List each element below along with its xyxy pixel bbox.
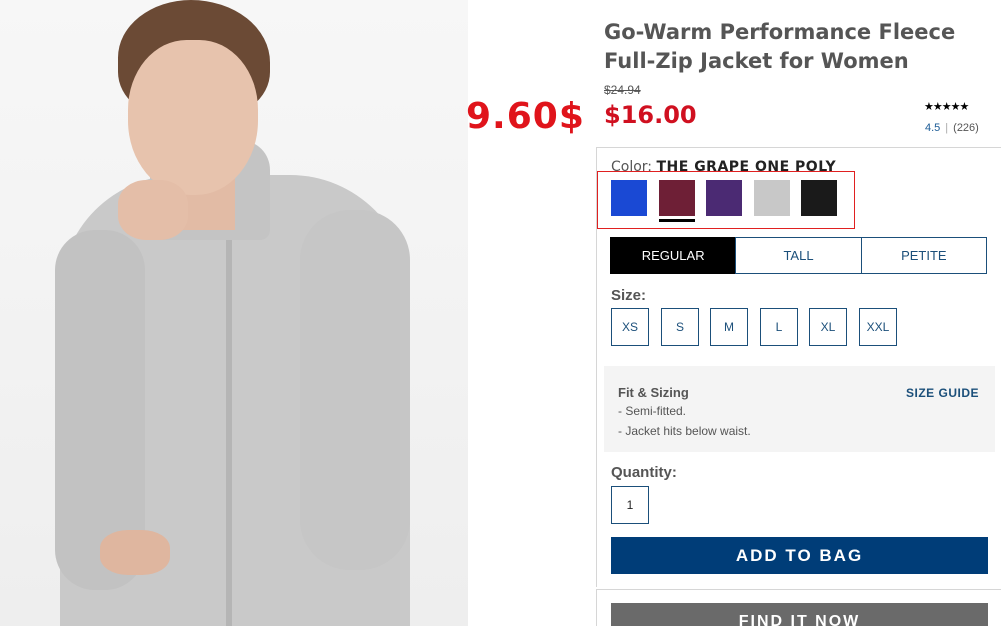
fit-sizing-title: Fit & Sizing bbox=[618, 385, 689, 400]
size-l-button[interactable]: L bbox=[760, 308, 798, 346]
fit-tall-button[interactable]: TALL bbox=[735, 237, 862, 274]
find-it-now-button[interactable]: FIND IT NOW bbox=[611, 603, 988, 626]
fit-petite-button[interactable]: PETITE bbox=[860, 237, 987, 274]
model-hand bbox=[118, 180, 188, 240]
rating-stars-icon: ★★★★★ bbox=[924, 101, 969, 113]
size-s-button[interactable]: S bbox=[661, 308, 699, 346]
fit-note-1: - Semi-fitted. bbox=[618, 404, 687, 418]
color-swatch-grape[interactable] bbox=[659, 180, 695, 216]
fit-selector: REGULAR TALL PETITE bbox=[610, 237, 987, 274]
product-image[interactable] bbox=[0, 0, 468, 626]
size-xs-button[interactable]: XS bbox=[611, 308, 649, 346]
fit-regular-button[interactable]: REGULAR bbox=[610, 237, 737, 274]
model-hand-lower bbox=[100, 530, 170, 575]
color-swatch-light-grey[interactable] bbox=[754, 180, 790, 216]
size-xxl-button[interactable]: XXL bbox=[859, 308, 897, 346]
size-m-button[interactable]: M bbox=[710, 308, 748, 346]
color-swatch-purple[interactable] bbox=[706, 180, 742, 216]
rating-separator: | bbox=[945, 122, 949, 134]
quantity-label: Quantity: bbox=[611, 464, 677, 481]
fit-note-2: - Jacket hits below waist. bbox=[618, 424, 751, 438]
rating-value[interactable]: 4.5 bbox=[925, 122, 940, 134]
color-swatch-blue[interactable] bbox=[611, 180, 647, 216]
add-to-bag-button[interactable]: ADD TO BAG bbox=[611, 537, 988, 574]
rating-summary: 4.5 | (226) bbox=[925, 122, 979, 134]
original-price: $24.94 bbox=[604, 83, 641, 97]
review-count[interactable]: (226) bbox=[953, 122, 979, 134]
size-label: Size: bbox=[611, 287, 647, 304]
product-title: Go-Warm Performance Fleece Full-Zip Jack… bbox=[604, 20, 956, 73]
jacket-zipper bbox=[226, 210, 232, 626]
size-guide-link[interactable]: SIZE GUIDE bbox=[906, 386, 979, 400]
jacket-arm-right bbox=[300, 210, 410, 570]
model-face bbox=[128, 40, 258, 195]
sale-price: $16.00 bbox=[604, 101, 697, 129]
overlay-price-annotation: 9.60$ bbox=[466, 96, 585, 137]
color-swatch-black[interactable] bbox=[801, 180, 837, 216]
quantity-input[interactable]: 1 bbox=[611, 486, 649, 524]
selected-swatch-indicator bbox=[659, 219, 695, 222]
size-xl-button[interactable]: XL bbox=[809, 308, 847, 346]
fit-sizing-box: Fit & Sizing - Semi-fitted. - Jacket hit… bbox=[604, 366, 995, 452]
rating[interactable]: ★★★★★ 4.5 | (226) bbox=[924, 100, 979, 134]
